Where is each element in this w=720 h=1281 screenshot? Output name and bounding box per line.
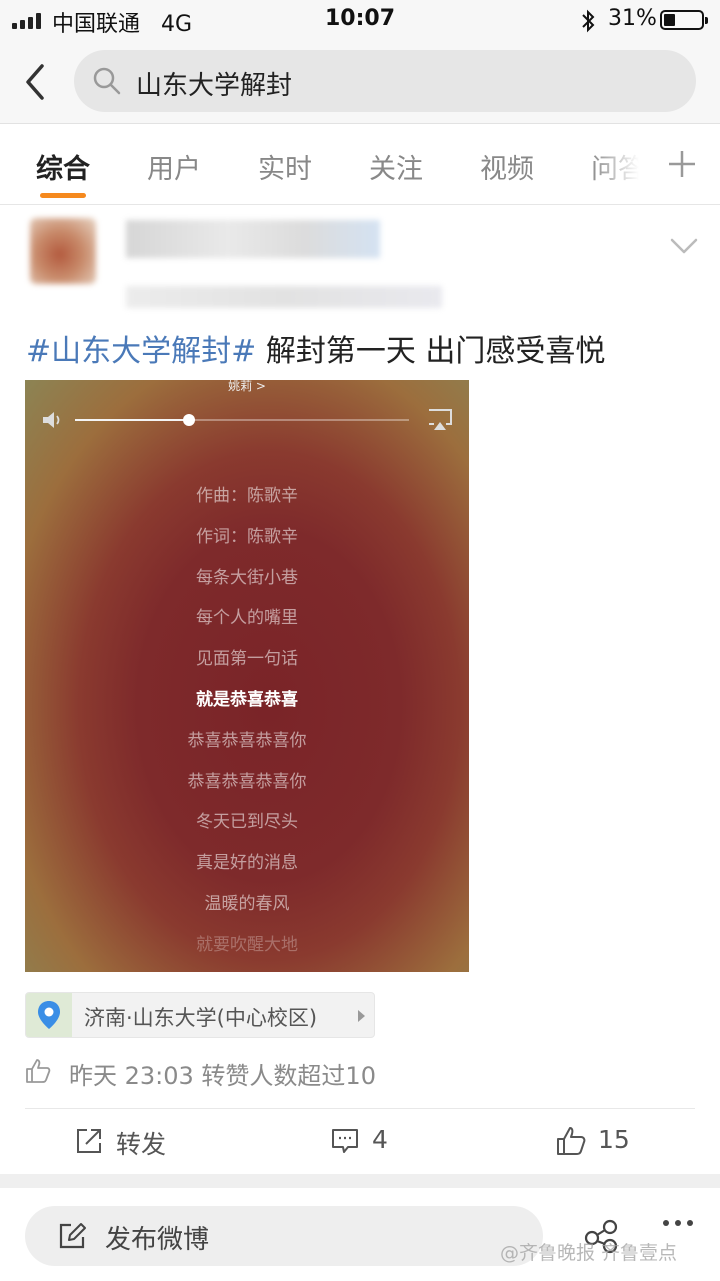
artist-label: 姚莉 > xyxy=(228,380,266,393)
lyric-line: 就是恭喜恭喜 xyxy=(196,689,298,710)
thumbs-up-icon xyxy=(26,1059,51,1083)
lyric-line: 恭喜恭喜恭喜你 xyxy=(187,771,307,792)
share-arrow-icon xyxy=(77,1129,101,1153)
lyric-line: 作词：陈歌辛 xyxy=(196,526,298,547)
magnifier-icon xyxy=(93,67,121,95)
avatar[interactable] xyxy=(30,218,96,284)
caret-right-icon xyxy=(358,1010,365,1022)
divider xyxy=(25,1108,695,1109)
post-body: 解封第一天 出门感受喜悦 xyxy=(256,334,606,369)
section-separator xyxy=(0,1174,720,1188)
search-tabs: 综合 用户 实时 关注 视频 问答 xyxy=(0,125,720,205)
location-text: 济南·山东大学(中心校区) xyxy=(84,1006,318,1030)
battery-icon xyxy=(660,10,708,30)
lyrics-list: 作曲：陈歌辛 作词：陈歌辛 每条大街小巷 每个人的嘴里 见面第一句话 就是恭喜恭喜 恭喜恭喜… xyxy=(25,476,469,966)
lyric-line: 见面第一句话 xyxy=(196,649,298,670)
lyric-line: 每个人的嘴里 xyxy=(196,608,298,629)
battery-percent: 31% xyxy=(608,6,657,31)
tab-realtime[interactable]: 实时 xyxy=(258,147,312,186)
speaker-icon xyxy=(43,412,60,428)
compose-button[interactable]: 发布微博 xyxy=(25,1206,543,1266)
tab-following[interactable]: 关注 xyxy=(369,147,423,186)
bottom-bar: 发布微博 @齐鲁晚报 齐鲁壹点 xyxy=(0,1188,720,1281)
map-pin-icon xyxy=(38,1001,60,1029)
location-tag[interactable]: 济南·山东大学(中心校区) xyxy=(25,992,375,1038)
repost-label: 转发 xyxy=(116,1130,167,1159)
battery-level-fill xyxy=(664,14,675,26)
post-image[interactable]: 姚莉 > 作曲：陈歌辛 作词：陈歌辛 每条大街小巷 每个人的嘴里 见面第一句话 就是恭喜恭… xyxy=(25,380,469,972)
lyric-line: 温暖的春风 xyxy=(204,893,290,914)
tab-comprehensive[interactable]: 综合 xyxy=(36,147,90,186)
lyric-line: 作曲：陈歌辛 xyxy=(196,486,298,506)
post-card[interactable]: #山东大学解封# 解封第一天 出门感受喜悦 姚莉 > 作曲：陈歌辛 作词：陈歌辛每… xyxy=(0,206,720,1174)
status-bar: 中国联通 4G 10:07 31% xyxy=(0,0,720,40)
thumbs-up-icon xyxy=(557,1127,586,1155)
hashtag-link[interactable]: #山东大学解封# xyxy=(26,334,256,369)
volume-slider[interactable] xyxy=(75,414,409,426)
compose-label: 发布微博 xyxy=(105,1225,210,1255)
edit-icon xyxy=(59,1223,86,1249)
blurred-username xyxy=(126,220,380,258)
chevron-left-icon[interactable] xyxy=(18,60,54,104)
comment-count: 4 xyxy=(372,1125,388,1154)
tab-users[interactable]: 用户 xyxy=(147,147,201,186)
lyric-line: 冬天已到尽头 xyxy=(196,812,298,833)
active-tab-indicator xyxy=(40,193,86,198)
search-input[interactable]: 山东大学解封 xyxy=(74,50,696,112)
lyric-line: 每条大街小巷 xyxy=(196,567,298,588)
blurred-post-source xyxy=(126,286,442,308)
tab-video[interactable]: 视频 xyxy=(480,147,534,186)
watermark: @齐鲁晚报 齐鲁壹点 xyxy=(500,1242,678,1264)
airplay-icon xyxy=(429,409,452,430)
comment-icon xyxy=(332,1129,358,1153)
like-count: 15 xyxy=(598,1125,630,1154)
search-header: 山东大学解封 xyxy=(0,40,720,124)
search-query: 山东大学解封 xyxy=(136,71,293,101)
lyric-line: 恭喜恭喜恭喜你 xyxy=(187,730,307,751)
volume-knob[interactable] xyxy=(182,414,195,426)
more-options-icon[interactable] xyxy=(660,1216,696,1230)
bluetooth-icon xyxy=(582,9,595,33)
lyric-line: 就要吹醒大地 xyxy=(196,934,298,955)
post-timestamp: 昨天 23:03 转赞人数超过10 xyxy=(69,1062,376,1090)
chevron-down-icon[interactable] xyxy=(668,234,700,258)
post-text: #山东大学解封# 解封第一天 出门感受喜悦 xyxy=(26,326,605,370)
lyric-line: 真是好的消息 xyxy=(196,853,298,874)
plus-icon[interactable] xyxy=(664,139,700,189)
